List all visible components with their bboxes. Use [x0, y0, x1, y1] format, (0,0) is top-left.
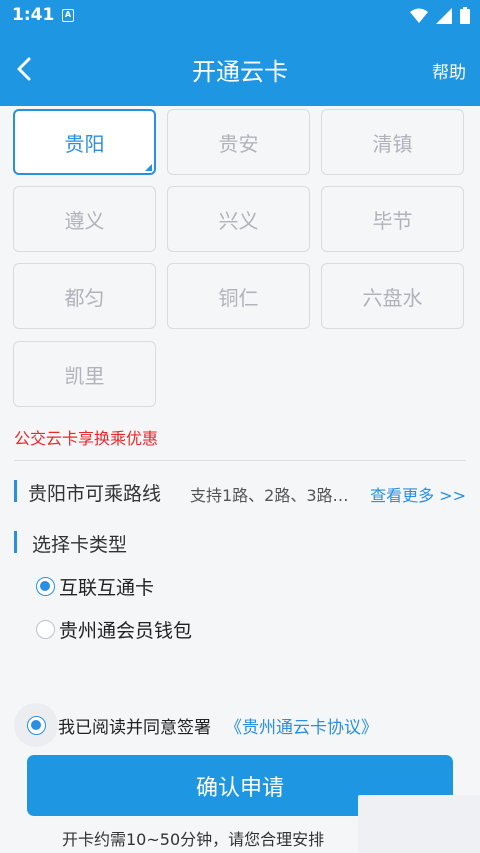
- agreement-text: 我已阅读并同意签署: [58, 717, 211, 738]
- promo-text: 公交云卡享换乘优惠: [14, 429, 159, 448]
- signal-icon: [436, 7, 452, 24]
- page-title: 开通云卡: [192, 58, 288, 86]
- city-option-tongren[interactable]: 铜仁: [167, 263, 310, 329]
- card-type-option-hulian[interactable]: 互联互通卡: [36, 573, 154, 600]
- city-option-kaili[interactable]: 凯里: [13, 341, 156, 407]
- footer-note: 开卡约需10~50分钟，请您合理安排: [62, 830, 325, 849]
- card-type-option-wallet[interactable]: 贵州通会员钱包: [36, 616, 192, 643]
- status-bar: 1:41 A: [0, 0, 480, 32]
- route-row: 贵阳市可乘路线 支持1路、2路、3路、4路、5路 查看更多 >>: [14, 478, 466, 506]
- route-title: 贵阳市可乘路线: [28, 483, 162, 505]
- city-option-xingyi[interactable]: 兴义: [167, 186, 310, 252]
- radio-label: 贵州通会员钱包: [59, 620, 193, 642]
- city-option-bijie[interactable]: 毕节: [321, 186, 464, 252]
- divider: [14, 460, 466, 461]
- city-option-guian[interactable]: 贵安: [167, 109, 310, 175]
- agreement-link[interactable]: 《贵州通云卡协议》: [225, 713, 378, 738]
- agreement-checkbox[interactable]: [14, 703, 58, 747]
- city-option-duyun[interactable]: 都匀: [13, 263, 156, 329]
- city-option-liupanshui[interactable]: 六盘水: [321, 263, 464, 329]
- battery-icon: [460, 7, 470, 24]
- help-button[interactable]: 帮助: [432, 58, 466, 83]
- route-description: 支持1路、2路、3路、4路、5路: [190, 486, 360, 505]
- city-option-zunyi[interactable]: 遵义: [13, 186, 156, 252]
- floating-tab[interactable]: [358, 795, 480, 853]
- section-marker: [14, 480, 17, 502]
- notification-icon: A: [62, 9, 74, 22]
- city-option-guiyang[interactable]: 贵阳: [13, 109, 156, 175]
- card-type-title: 选择卡类型: [32, 534, 128, 556]
- system-icons: [410, 7, 470, 24]
- status-time: 1:41: [12, 5, 55, 25]
- agreement-row: 我已阅读并同意签署 《贵州通云卡协议》: [14, 703, 378, 747]
- radio-checked-icon: [26, 715, 46, 735]
- see-more-link[interactable]: 查看更多 >>: [370, 482, 466, 506]
- radio-checked-icon: [36, 577, 55, 596]
- radio-label: 互联互通卡: [59, 577, 155, 599]
- city-option-qingzhen[interactable]: 清镇: [321, 109, 464, 175]
- app-bar: 开通云卡 帮助: [0, 32, 480, 106]
- radio-unchecked-icon: [36, 620, 55, 639]
- section-marker: [14, 531, 17, 553]
- wifi-icon: [410, 8, 428, 23]
